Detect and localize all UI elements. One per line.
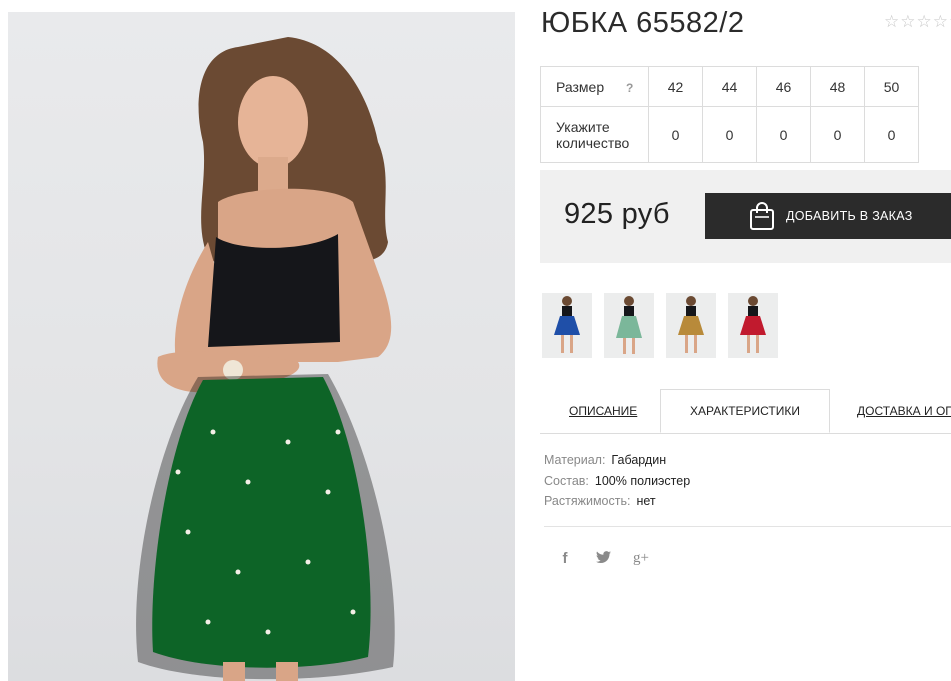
google-plus-icon[interactable]: g+	[632, 550, 650, 567]
quantity-label-line2: количество	[556, 134, 630, 151]
quantity-input-48[interactable]: 0	[810, 106, 865, 163]
star-icon[interactable]: ☆	[884, 12, 899, 32]
facebook-icon[interactable]: f	[556, 550, 574, 567]
spec-key: Материал:	[544, 453, 606, 467]
product-title: ЮБКА 65582/2	[541, 7, 745, 39]
specs-list: Материал: Габардин Состав: 100% полиэстер …	[544, 450, 690, 512]
spec-row: Материал: Габардин	[544, 450, 690, 471]
model-illustration	[136, 37, 395, 681]
size-48: 48	[810, 66, 865, 107]
size-44: 44	[702, 66, 757, 107]
quantity-input-44[interactable]: 0	[702, 106, 757, 163]
section-divider	[544, 526, 951, 527]
add-to-order-label: ДОБАВИТЬ В ЗАКАЗ	[786, 209, 913, 223]
variant-thumbnail-mint[interactable]	[604, 293, 654, 358]
tab-delivery[interactable]: ДОСТАВКА И ОПЛАТА	[857, 389, 951, 433]
quantity-label-line1: Укажите	[556, 118, 610, 135]
tabs-divider	[540, 433, 951, 434]
star-icon[interactable]: ☆	[900, 12, 915, 32]
variant-thumbnail-blue[interactable]	[542, 293, 592, 358]
product-photo[interactable]	[8, 12, 515, 681]
variant-thumbnail-red[interactable]	[728, 293, 778, 358]
spec-key: Состав:	[544, 473, 589, 488]
spec-key: Растяжимость:	[544, 494, 631, 508]
thumbnail-image	[616, 296, 642, 354]
tab-description[interactable]: ОПИСАНИЕ	[569, 389, 637, 433]
social-share: f g+	[556, 550, 650, 567]
quantity-label-cell: Укажите количество	[540, 106, 649, 163]
product-tabs: ОПИСАНИЕ ХАРАКТЕРИСТИКИ ДОСТАВКА И ОПЛАТ…	[540, 389, 951, 434]
size-50: 50	[864, 66, 919, 107]
size-label-cell: Размер ?	[540, 66, 649, 107]
quantity-input-46[interactable]: 0	[756, 106, 811, 163]
variant-thumbnails	[542, 293, 778, 358]
size-label: Размер	[556, 78, 605, 95]
size-help-icon[interactable]: ?	[626, 81, 633, 95]
size-table: Размер ? 42 44 46 48 50 Укажите количест…	[540, 66, 919, 163]
spec-value: 100% полиэстер	[594, 473, 691, 488]
spec-row: Растяжимость: нет	[544, 491, 690, 512]
quantity-input-50[interactable]: 0	[864, 106, 919, 163]
price-bar: 925 руб ДОБАВИТЬ В ЗАКАЗ	[540, 170, 951, 263]
twitter-icon[interactable]	[594, 550, 612, 567]
spec-value: Габардин	[611, 453, 667, 467]
thumbnail-image	[740, 296, 766, 353]
size-46: 46	[756, 66, 811, 107]
rating-stars[interactable]: ☆ ☆ ☆ ☆ ☆	[884, 12, 951, 32]
star-icon[interactable]: ☆	[917, 12, 932, 32]
spec-row: Состав: 100% полиэстер	[544, 471, 690, 492]
variant-thumbnail-gold[interactable]	[666, 293, 716, 358]
thumbnail-image	[678, 296, 704, 353]
star-icon[interactable]: ☆	[933, 12, 948, 32]
size-42: 42	[648, 66, 703, 107]
quantity-input-42[interactable]: 0	[648, 106, 703, 163]
price: 925 руб	[564, 198, 670, 230]
tab-characteristics[interactable]: ХАРАКТЕРИСТИКИ	[660, 389, 831, 433]
add-to-order-button[interactable]: ДОБАВИТЬ В ЗАКАЗ	[705, 193, 951, 239]
shopping-bag-icon	[750, 202, 774, 230]
spec-value: нет	[636, 494, 656, 508]
thumbnail-image	[554, 296, 580, 353]
